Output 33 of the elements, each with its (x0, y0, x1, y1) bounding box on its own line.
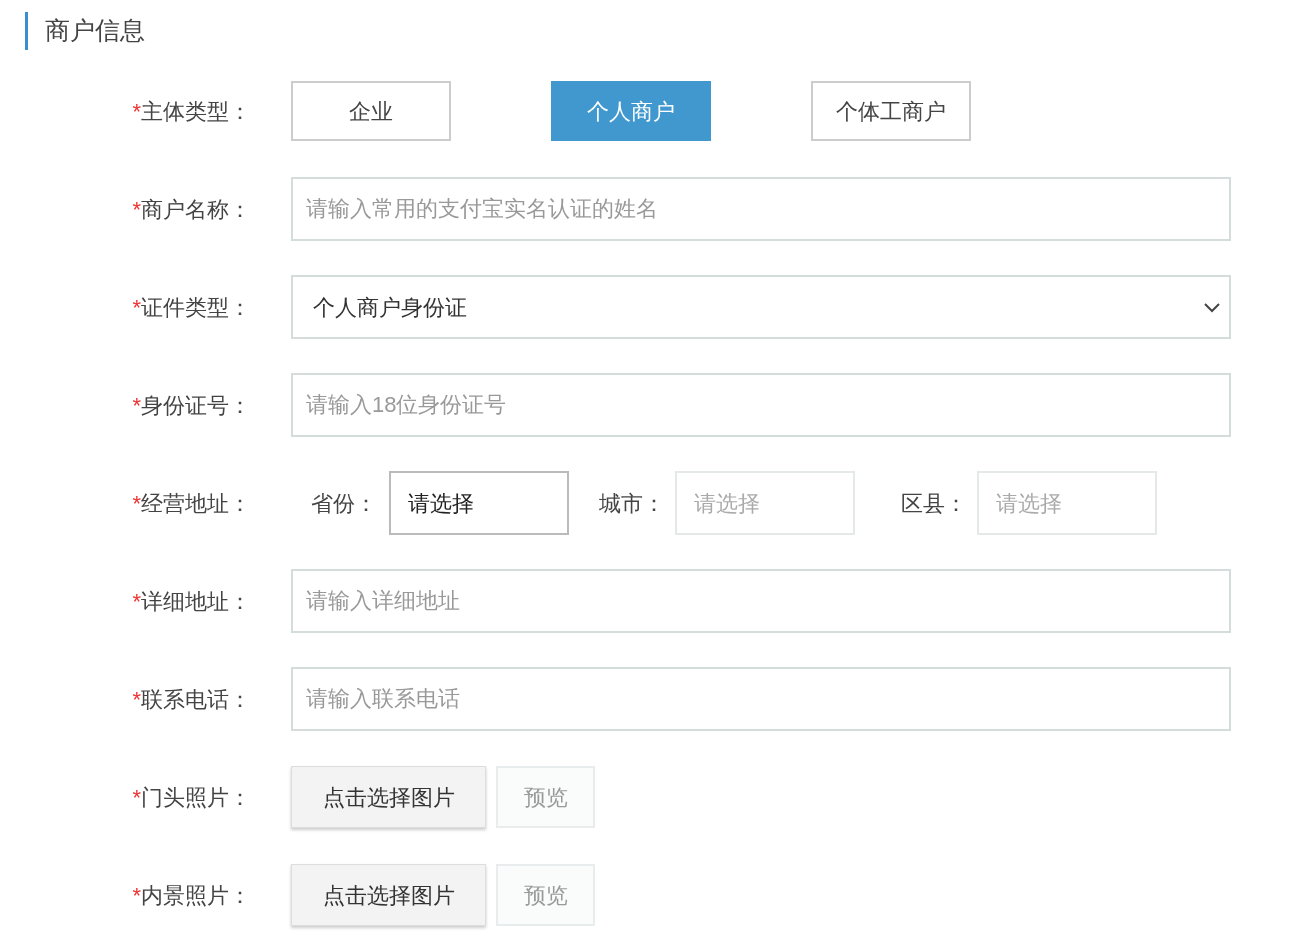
field-label: 内景照片： (141, 881, 251, 910)
required-asterisk: * (132, 587, 141, 616)
required-asterisk: * (132, 391, 141, 420)
required-asterisk: * (132, 685, 141, 714)
section-title: 商户信息 (45, 15, 145, 47)
text-input-field[interactable]: 请输入详细地址 (291, 569, 1231, 633)
field-label: 主体类型： (141, 97, 251, 126)
field-label: 详细地址： (141, 587, 251, 616)
field-label: 城市： (599, 489, 665, 518)
field-label: 门头照片： (141, 783, 251, 812)
field-label: 身份证号： (141, 391, 251, 420)
text-input-field[interactable]: 请输入常用的支付宝实名认证的姓名 (291, 177, 1231, 241)
required-asterisk: * (132, 881, 141, 910)
choose-image-button[interactable]: 点击选择图片 (291, 766, 486, 828)
select-field[interactable]: 个人商户身份证 (291, 275, 1231, 339)
choose-image-button[interactable]: 点击选择图片 (291, 864, 486, 926)
field-label: 商户名称： (141, 195, 251, 224)
option-button[interactable]: 企业 (291, 81, 451, 141)
required-asterisk: * (132, 489, 141, 518)
required-asterisk: * (132, 195, 141, 224)
field-label: 证件类型： (141, 293, 251, 322)
option-button[interactable]: 个体工商户 (811, 81, 971, 141)
chevron-down-icon (1203, 301, 1221, 313)
field-label: 省份： (311, 489, 377, 518)
field-label: 经营地址： (141, 489, 251, 518)
required-asterisk: * (132, 293, 141, 322)
field-label: 区县： (901, 489, 967, 518)
text-input-field[interactable]: 请输入18位身份证号 (291, 373, 1231, 437)
dropdown-field[interactable]: 请选择 (389, 471, 569, 535)
field-label: 联系电话： (141, 685, 251, 714)
required-asterisk: * (132, 97, 141, 126)
required-asterisk: * (132, 783, 141, 812)
text-input-field[interactable]: 请输入联系电话 (291, 667, 1231, 731)
